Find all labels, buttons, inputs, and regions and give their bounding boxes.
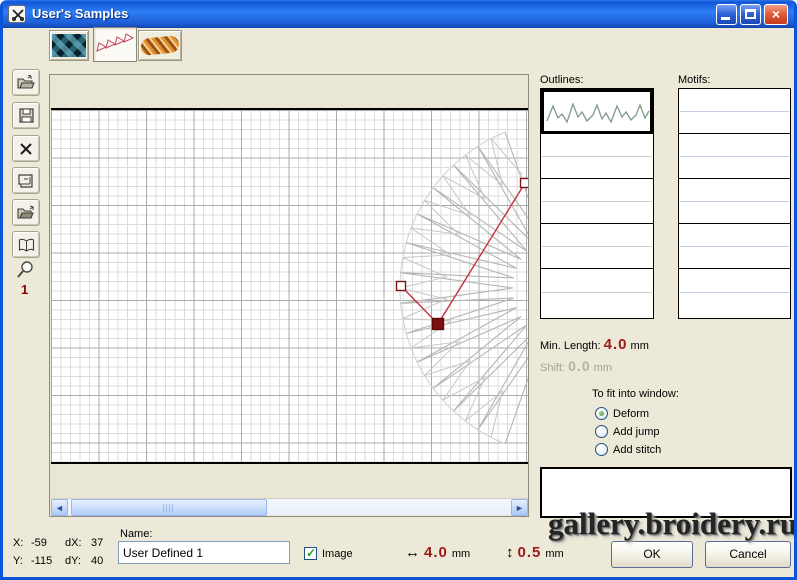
height-measure: ↕ 0.5 mm <box>506 544 564 561</box>
outline-slot[interactable] <box>541 179 653 224</box>
vertical-arrow-icon: ↕ <box>506 544 514 561</box>
open-book-icon <box>18 238 35 252</box>
zoom-tool[interactable]: 1 <box>15 260 39 300</box>
shift-unit: mm <box>594 362 612 374</box>
satin-pattern-icon <box>52 34 86 57</box>
import-sample-button[interactable] <box>12 199 40 226</box>
x-label: X: <box>13 537 23 549</box>
radio-deform[interactable]: Deform <box>595 407 649 420</box>
motifs-list <box>678 88 791 319</box>
height-unit: mm <box>545 548 563 560</box>
users-samples-dialog: User's Samples × <box>0 0 797 580</box>
min-length-label: Min. Length: <box>540 340 601 352</box>
shift-value: 0.0 <box>568 358 590 374</box>
zoom-level-value: 1 <box>21 282 28 297</box>
scrollbar-thumb[interactable] <box>71 499 267 516</box>
min-length-unit: mm <box>631 340 649 352</box>
stitch-edit-handles[interactable] <box>51 110 528 462</box>
radio-button-icon[interactable] <box>595 425 608 438</box>
delete-sample-button[interactable] <box>12 135 40 162</box>
dy-value: 40 <box>91 555 103 567</box>
shift-label: Shift: <box>540 362 565 374</box>
outlines-label: Outlines: <box>540 74 583 86</box>
watermark: gallery.broidery.ru <box>548 506 797 542</box>
radio-button-icon[interactable] <box>595 407 608 420</box>
triangle-run-icon <box>95 33 135 57</box>
radio-button-icon[interactable] <box>595 443 608 456</box>
outline-slot[interactable] <box>541 134 653 179</box>
image-checkbox[interactable]: ✓ <box>304 547 317 560</box>
rope-pattern-icon <box>140 35 180 56</box>
min-length-value: 4.0 <box>604 336 628 353</box>
save-floppy-icon <box>19 108 34 123</box>
scrollbar-grip <box>163 504 175 512</box>
motif-slot[interactable] <box>679 179 790 224</box>
maximize-button[interactable] <box>740 4 761 25</box>
name-label: Name: <box>120 528 152 540</box>
motif-slot[interactable] <box>679 269 790 314</box>
stitch-grid <box>51 110 528 462</box>
fit-into-window-label: To fit into window: <box>592 388 679 400</box>
minimize-button[interactable] <box>716 4 737 25</box>
horizontal-arrow-icon: ↔ <box>405 544 420 561</box>
frame-tool-button[interactable] <box>12 167 40 194</box>
library-button[interactable] <box>12 231 40 258</box>
dy-label: dY: <box>65 555 81 567</box>
radio-deform-label: Deform <box>613 408 649 420</box>
width-unit: mm <box>452 548 470 560</box>
grid-area <box>51 108 528 464</box>
delete-x-icon <box>19 142 33 156</box>
motifs-label: Motifs: <box>678 74 710 86</box>
motif-slot[interactable] <box>679 89 790 134</box>
app-icon <box>8 5 26 23</box>
outline-slot[interactable] <box>541 269 653 314</box>
outline-slot[interactable] <box>541 224 653 269</box>
radio-add-stitch-label: Add stitch <box>613 444 661 456</box>
outline-slot-selected[interactable] <box>541 89 653 134</box>
canvas-hscrollbar[interactable]: ◄ ► <box>51 498 528 515</box>
magnifier-icon <box>15 260 35 280</box>
satin-sample-button[interactable] <box>49 30 89 61</box>
image-checkbox-row[interactable]: ✓ Image <box>304 547 353 560</box>
scroll-right-button[interactable]: ► <box>511 499 528 516</box>
dx-value: 37 <box>91 537 103 549</box>
y-value: -115 <box>31 555 52 567</box>
motif-run-sample-button[interactable] <box>93 27 137 62</box>
x-value: -59 <box>31 537 47 549</box>
frame-icon <box>18 173 34 189</box>
rope-sample-button[interactable] <box>138 30 182 61</box>
open-sample-button[interactable] <box>12 69 40 96</box>
scroll-left-button[interactable]: ◄ <box>51 499 68 516</box>
radio-add-jump-label: Add jump <box>613 426 659 438</box>
motif-slot[interactable] <box>679 134 790 179</box>
image-checkbox-label: Image <box>322 548 353 560</box>
width-value: 4.0 <box>424 544 448 561</box>
check-icon: ✓ <box>306 546 316 560</box>
title-bar[interactable]: User's Samples × <box>0 0 797 28</box>
folder-export-icon <box>17 205 35 220</box>
close-button[interactable]: × <box>764 4 788 25</box>
name-input[interactable] <box>118 541 290 564</box>
scroll-left-icon: ◄ <box>55 503 64 513</box>
radio-add-stitch[interactable]: Add stitch <box>595 443 661 456</box>
scroll-right-icon: ► <box>515 503 524 513</box>
sample-canvas[interactable]: ◄ ► <box>49 74 529 517</box>
radio-add-jump[interactable]: Add jump <box>595 425 659 438</box>
close-icon: × <box>772 6 780 22</box>
save-sample-button[interactable] <box>12 102 40 129</box>
zigzag-outline-sample <box>545 93 651 131</box>
motif-slot[interactable] <box>679 224 790 269</box>
y-label: Y: <box>13 555 23 567</box>
open-folder-icon <box>17 75 35 90</box>
ok-button[interactable]: OK <box>611 541 693 568</box>
outlines-list <box>540 88 654 319</box>
min-length-row: Min. Length: 4.0 mm <box>540 336 649 353</box>
window-title: User's Samples <box>32 6 128 21</box>
width-measure: ↔ 4.0 mm <box>405 544 470 561</box>
dx-label: dX: <box>65 537 82 549</box>
height-value: 0.5 <box>518 544 542 561</box>
cancel-button[interactable]: Cancel <box>705 541 791 568</box>
shift-row: Shift: 0.0 mm <box>540 358 612 374</box>
